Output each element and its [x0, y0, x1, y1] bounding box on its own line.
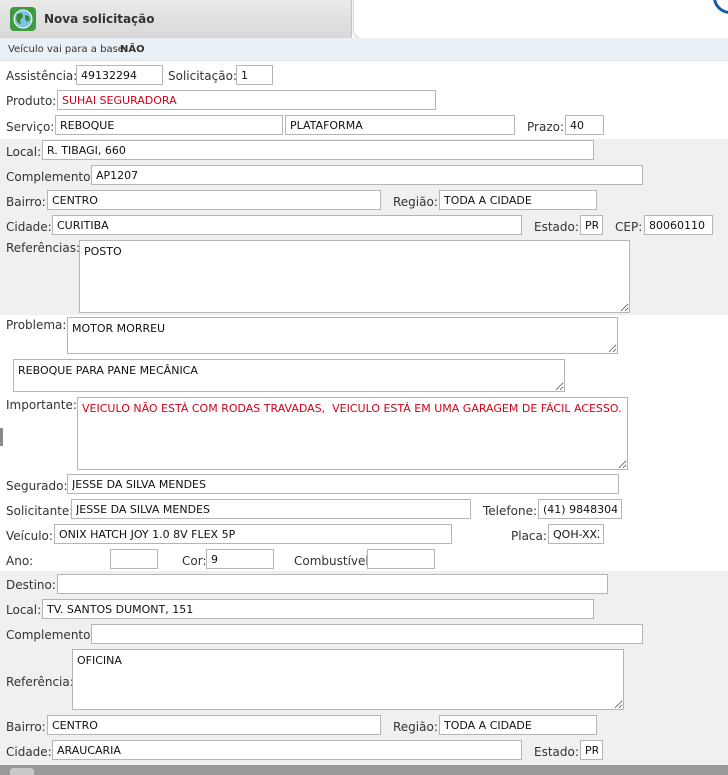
solicitante-label: Solicitante: — [6, 504, 74, 518]
veiculo-label: Veículo: — [6, 529, 53, 543]
local-label: Local: — [6, 145, 42, 159]
regiao-label: Região: — [393, 195, 438, 209]
complemento-label: Complemento: — [6, 170, 95, 184]
estado-input[interactable] — [580, 215, 603, 235]
problema-textarea[interactable]: MOTOR MORREU — [67, 317, 618, 354]
solicitacao-label: Solicitação: — [168, 69, 237, 83]
page-title: Nova solicitação — [44, 12, 155, 26]
bairro-input[interactable] — [47, 190, 381, 210]
placa-input[interactable] — [548, 524, 604, 544]
left-edge-handle[interactable] — [0, 428, 3, 446]
destino-regiao-input[interactable] — [439, 715, 597, 735]
complemento-input[interactable] — [91, 165, 643, 185]
destino-regiao-label: Região: — [393, 720, 438, 734]
servico-input[interactable] — [55, 115, 283, 135]
problema-label: Problema: — [6, 318, 67, 332]
destino-referencia-textarea[interactable]: OFICINA — [72, 649, 624, 710]
importante-label: Importante: — [6, 398, 77, 412]
segurado-label: Segurado: — [6, 479, 68, 493]
telefone-input[interactable] — [538, 499, 622, 519]
destino-label: Destino: — [6, 578, 56, 592]
referencias-textarea[interactable]: POSTO — [79, 240, 630, 313]
globe-map-icon — [10, 7, 36, 31]
destino-bairro-input[interactable] — [47, 715, 381, 735]
prazo-input[interactable] — [565, 115, 604, 135]
base-info-bar: Veículo vai para a base: NÃO — [0, 38, 728, 61]
assistencia-input[interactable] — [76, 65, 163, 85]
combustivel-input[interactable] — [367, 549, 435, 569]
prazo-label: Prazo: — [527, 120, 564, 134]
destino-referencia-label: Referência: — [6, 675, 74, 689]
base-info-value: NÃO — [120, 44, 145, 55]
cep-label: CEP: — [615, 220, 643, 234]
local-input[interactable] — [42, 140, 594, 160]
referencias-label: Referências: — [6, 241, 81, 255]
servico-label: Serviço: — [6, 120, 55, 134]
placa-label: Placa: — [511, 529, 547, 543]
cidade-label: Cidade: — [6, 220, 52, 234]
ano-input[interactable] — [110, 549, 158, 569]
produto-label: Produto: — [6, 94, 57, 108]
produto-input[interactable] — [57, 90, 436, 110]
destino-estado-label: Estado: — [534, 745, 579, 759]
segurado-input[interactable] — [67, 474, 619, 494]
importante-textarea[interactable]: VEICULO NÃO ESTÁ COM RODAS TRAVADAS, VEI… — [77, 397, 628, 470]
veiculo-input[interactable] — [54, 524, 452, 544]
window-titlebar: Nova solicitação — [0, 0, 352, 38]
destino-local-label: Local: — [6, 603, 42, 617]
estado-label: Estado: — [534, 220, 579, 234]
telefone-label: Telefone: — [483, 504, 537, 518]
destino-complemento-label: Complemento: — [6, 628, 95, 642]
cor-input[interactable] — [206, 549, 274, 569]
cep-input[interactable] — [644, 215, 713, 235]
solicitante-input[interactable] — [71, 499, 471, 519]
destino-local-input[interactable] — [42, 599, 594, 619]
base-info-label: Veículo vai para a base: — [8, 44, 128, 55]
top-right-panel — [353, 0, 728, 40]
bairro-label: Bairro: — [6, 195, 46, 209]
cor-label: Cor: — [182, 554, 207, 568]
regiao-input[interactable] — [439, 190, 597, 210]
destino-cidade-label: Cidade: — [6, 745, 52, 759]
globe-map-icon-small — [10, 768, 34, 775]
destino-complemento-input[interactable] — [91, 624, 643, 644]
servico-tipo-input[interactable] — [285, 115, 515, 135]
cidade-input[interactable] — [52, 215, 522, 235]
assistencia-label: Assistência: — [6, 69, 78, 83]
destino-estado-input[interactable] — [580, 740, 603, 760]
solicitacao-input[interactable] — [236, 65, 273, 85]
destino-bairro-label: Bairro: — [6, 720, 46, 734]
destino-input[interactable] — [57, 574, 608, 594]
bottom-toolbar — [0, 765, 728, 775]
ano-label: Ano: — [6, 554, 34, 568]
destino-cidade-input[interactable] — [52, 740, 522, 760]
problema-detail-textarea[interactable]: REBOQUE PARA PANE MECÂNICA — [13, 359, 565, 392]
combustivel-label: Combustível: — [294, 554, 373, 568]
